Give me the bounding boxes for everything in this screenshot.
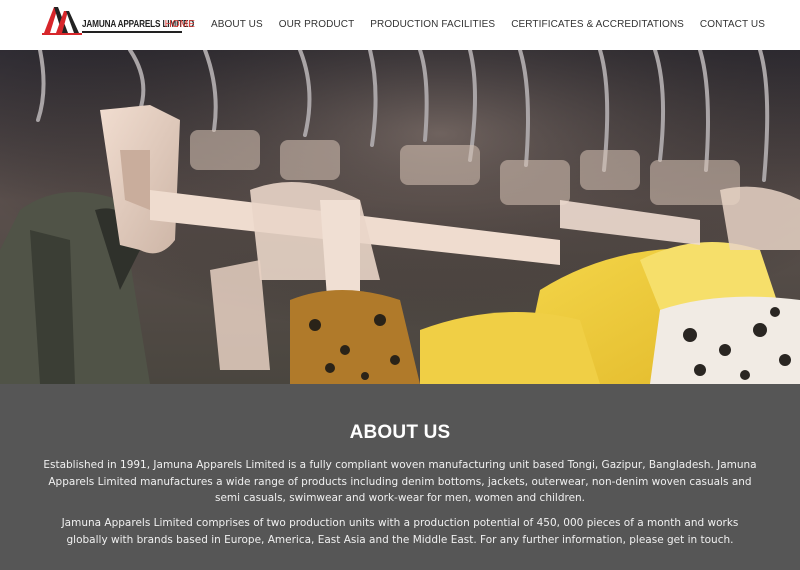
nav-contact-us[interactable]: CONTACT US [692,0,773,50]
nav-our-product[interactable]: OUR PRODUCT [271,0,363,50]
about-title: ABOUT US [349,422,451,443]
clothes-on-hangers-photo [0,50,800,384]
about-paragraph-2: Jamuna Apparels Limited comprises of two… [61,517,739,546]
jamuna-logo-icon [42,7,82,35]
about-section: ABOUT US Established in 1991, Jamuna App… [0,384,800,570]
about-paragraph-1: Established in 1991, Jamuna Apparels Lim… [43,459,757,504]
main-nav: HOME ABOUT US OUR PRODUCT PRODUCTION FAC… [157,0,773,50]
nav-about-us[interactable]: ABOUT US [203,0,271,50]
nav-certificates[interactable]: CERTIFICATES & ACCREDITATIONS [503,0,692,50]
nav-home[interactable]: HOME [157,0,203,50]
nav-production-facilities[interactable]: PRODUCTION FACILITIES [362,0,503,50]
hero-banner [0,50,800,384]
site-header: JAMUNA APPARELS LIMITED HOME ABOUT US OU… [0,0,800,50]
